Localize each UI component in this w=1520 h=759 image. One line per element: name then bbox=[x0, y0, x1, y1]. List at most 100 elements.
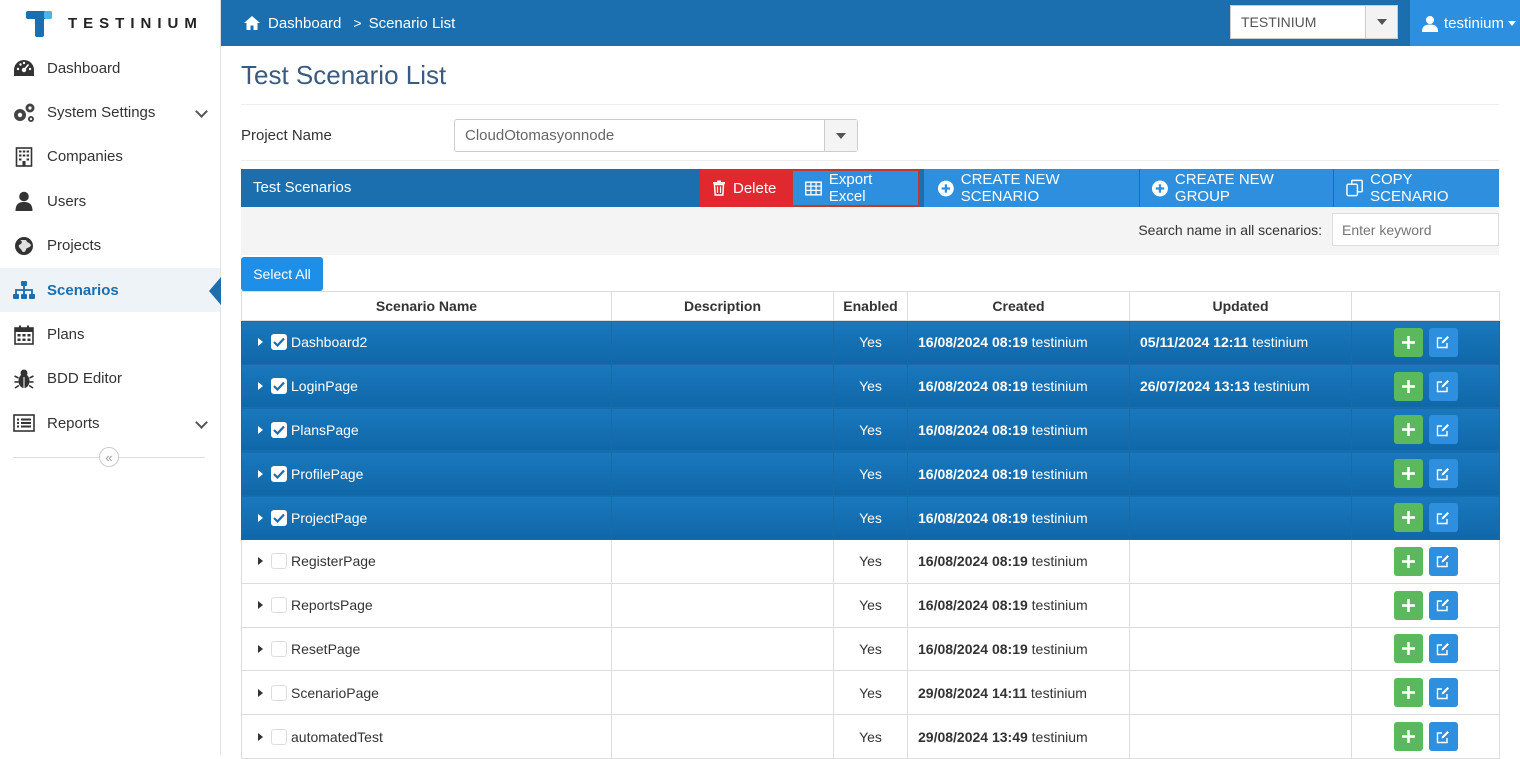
row-checkbox[interactable] bbox=[271, 684, 287, 701]
table-row[interactable]: ScenarioPage Yes 29/08/2024 14:11 testiniu… bbox=[241, 670, 1500, 716]
created-by: testinium bbox=[1031, 728, 1088, 745]
expand-caret-icon[interactable] bbox=[258, 644, 263, 653]
expand-caret-icon[interactable] bbox=[258, 513, 263, 522]
table-row[interactable]: ProfilePage Yes 16/08/2024 08:19 testinium bbox=[241, 451, 1500, 497]
add-step-button[interactable] bbox=[1393, 503, 1423, 533]
project-select[interactable]: CloudOtomasyonnode bbox=[454, 119, 858, 152]
add-step-button[interactable] bbox=[1393, 590, 1423, 620]
edit-icon bbox=[1436, 467, 1450, 481]
description-cell bbox=[611, 714, 834, 759]
row-checkbox[interactable] bbox=[271, 378, 287, 395]
table-row[interactable]: ResetPage Yes 16/08/2024 08:19 testinium bbox=[241, 626, 1500, 672]
sidebar-item-reports[interactable]: Reports bbox=[0, 401, 220, 445]
edit-scenario-button[interactable] bbox=[1428, 503, 1458, 533]
row-checkbox[interactable] bbox=[271, 728, 287, 745]
expand-caret-icon[interactable] bbox=[258, 688, 263, 697]
add-step-button[interactable] bbox=[1393, 678, 1423, 708]
expand-caret-icon[interactable] bbox=[258, 425, 263, 434]
row-checkbox[interactable] bbox=[271, 421, 287, 438]
copy-scenario-button[interactable]: COPY SCENARIO bbox=[1334, 169, 1499, 207]
expand-caret-icon[interactable] bbox=[258, 382, 263, 391]
expand-caret-icon[interactable] bbox=[258, 338, 263, 347]
edit-scenario-button[interactable] bbox=[1428, 634, 1458, 664]
column-header[interactable]: Scenario Name bbox=[241, 291, 612, 321]
edit-scenario-button[interactable] bbox=[1428, 546, 1458, 576]
table-row[interactable]: LoginPage Yes 16/08/2024 08:19 testinium 26… bbox=[241, 363, 1500, 409]
tenant-select[interactable]: TESTINIUM bbox=[1230, 5, 1398, 39]
add-step-button[interactable] bbox=[1393, 327, 1423, 357]
scenario-name[interactable]: Dashboard2 bbox=[291, 334, 367, 350]
row-checkbox[interactable] bbox=[271, 334, 287, 351]
table-row[interactable]: Dashboard2 Yes 16/08/2024 08:19 testinium 0… bbox=[241, 320, 1500, 365]
sidebar-item-system-settings[interactable]: System Settings bbox=[0, 90, 220, 134]
scenario-name[interactable]: ProjectPage bbox=[291, 510, 367, 526]
globe-icon bbox=[12, 235, 36, 257]
user-menu[interactable]: testinium bbox=[1410, 0, 1520, 46]
expand-caret-icon[interactable] bbox=[258, 601, 263, 610]
search-input[interactable] bbox=[1332, 213, 1499, 246]
export-excel-button[interactable]: Export Excel bbox=[791, 169, 920, 207]
add-step-button[interactable] bbox=[1393, 546, 1423, 576]
delete-button[interactable]: Delete bbox=[700, 169, 791, 207]
plus-icon bbox=[1401, 730, 1415, 744]
table-row[interactable]: ProjectPage Yes 16/08/2024 08:19 testinium bbox=[241, 495, 1500, 540]
scenario-name[interactable]: RegisterPage bbox=[291, 553, 376, 569]
edit-scenario-button[interactable] bbox=[1428, 459, 1458, 489]
column-header[interactable]: Enabled bbox=[833, 291, 908, 321]
column-header[interactable]: Created bbox=[907, 291, 1130, 321]
sidebar-item-plans[interactable]: Plans bbox=[0, 312, 220, 356]
edit-scenario-button[interactable] bbox=[1428, 415, 1458, 445]
add-step-button[interactable] bbox=[1393, 722, 1423, 752]
table-row[interactable]: RegisterPage Yes 16/08/2024 08:19 testiniu… bbox=[241, 538, 1500, 584]
chevron-down-icon[interactable] bbox=[824, 120, 857, 151]
enabled-cell: Yes bbox=[833, 320, 908, 365]
add-step-button[interactable] bbox=[1393, 415, 1423, 445]
table-row[interactable]: automatedTest Yes 29/08/2024 13:49 testini… bbox=[241, 714, 1500, 759]
edit-scenario-button[interactable] bbox=[1428, 678, 1458, 708]
expand-caret-icon[interactable] bbox=[258, 557, 263, 566]
add-step-button[interactable] bbox=[1393, 634, 1423, 664]
table-row[interactable]: ReportsPage Yes 16/08/2024 08:19 testinium bbox=[241, 582, 1500, 628]
add-step-button[interactable] bbox=[1393, 371, 1423, 401]
sidebar-item-users[interactable]: Users bbox=[0, 179, 220, 223]
scenarios-panel-header: Test Scenarios Delete Export Excel CREAT… bbox=[241, 169, 1499, 207]
scenario-name[interactable]: ScenarioPage bbox=[291, 685, 379, 701]
collapse-sidebar-icon[interactable]: « bbox=[99, 447, 119, 467]
scenario-name[interactable]: LoginPage bbox=[291, 378, 358, 394]
column-header[interactable]: Description bbox=[611, 291, 834, 321]
scenario-name[interactable]: PlansPage bbox=[291, 422, 359, 438]
row-checkbox[interactable] bbox=[271, 640, 287, 657]
sidebar-item-bdd-editor[interactable]: BDD Editor bbox=[0, 357, 220, 401]
expand-caret-icon[interactable] bbox=[258, 732, 263, 741]
sidebar-item-projects[interactable]: Projects bbox=[0, 224, 220, 268]
create-new-group-button[interactable]: CREATE NEW GROUP bbox=[1140, 169, 1333, 207]
scenario-name[interactable]: automatedTest bbox=[291, 729, 383, 745]
row-checkbox[interactable] bbox=[271, 597, 287, 614]
scenario-name[interactable]: ProfilePage bbox=[291, 466, 363, 482]
scenario-name-cell: ResetPage bbox=[241, 626, 612, 672]
sidebar-item-companies[interactable]: Companies bbox=[0, 135, 220, 179]
column-header[interactable]: Updated bbox=[1129, 291, 1352, 321]
edit-scenario-button[interactable] bbox=[1428, 327, 1458, 357]
table-row[interactable]: PlansPage Yes 16/08/2024 08:19 testinium bbox=[241, 407, 1500, 453]
row-checkbox[interactable] bbox=[271, 553, 287, 570]
scenario-name[interactable]: ReportsPage bbox=[291, 597, 373, 613]
expand-caret-icon[interactable] bbox=[258, 469, 263, 478]
sidebar-item-scenarios[interactable]: Scenarios bbox=[0, 267, 221, 313]
created-date: 29/08/2024 13:49 bbox=[918, 728, 1028, 745]
breadcrumb-home[interactable]: Dashboard bbox=[268, 15, 341, 32]
sidebar-item-dashboard[interactable]: Dashboard bbox=[0, 46, 220, 90]
select-all-button[interactable]: Select All bbox=[241, 257, 323, 291]
logo[interactable]: TESTINIUM bbox=[0, 0, 221, 46]
plus-icon bbox=[1401, 554, 1415, 568]
scenario-name[interactable]: ResetPage bbox=[291, 641, 360, 657]
edit-scenario-button[interactable] bbox=[1428, 590, 1458, 620]
add-step-button[interactable] bbox=[1393, 459, 1423, 489]
create-new-scenario-button[interactable]: CREATE NEW SCENARIO bbox=[924, 169, 1139, 207]
chevron-down-icon[interactable] bbox=[1365, 6, 1397, 38]
create-new-group-label: CREATE NEW GROUP bbox=[1174, 171, 1274, 205]
edit-scenario-button[interactable] bbox=[1428, 371, 1458, 401]
edit-scenario-button[interactable] bbox=[1428, 722, 1458, 752]
row-checkbox[interactable] bbox=[271, 509, 287, 526]
row-checkbox[interactable] bbox=[271, 465, 287, 482]
